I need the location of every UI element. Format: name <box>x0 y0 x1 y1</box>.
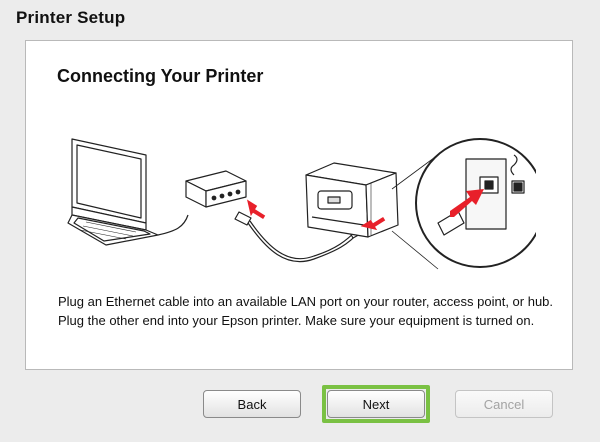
laptop-image <box>67 138 189 246</box>
next-button[interactable]: Next <box>327 390 425 418</box>
back-button[interactable]: Back <box>203 390 301 418</box>
content-panel: Connecting Your Printer Plug an Ethernet… <box>25 40 573 370</box>
instructions-text: Plug an Ethernet cable into an available… <box>58 294 554 328</box>
printer-image <box>305 162 399 238</box>
window-title: Printer Setup <box>16 8 126 27</box>
connection-illustration <box>67 138 536 270</box>
page-heading: Connecting Your Printer <box>57 66 264 86</box>
router-image <box>185 170 247 208</box>
cancel-button[interactable]: Cancel <box>455 390 553 418</box>
